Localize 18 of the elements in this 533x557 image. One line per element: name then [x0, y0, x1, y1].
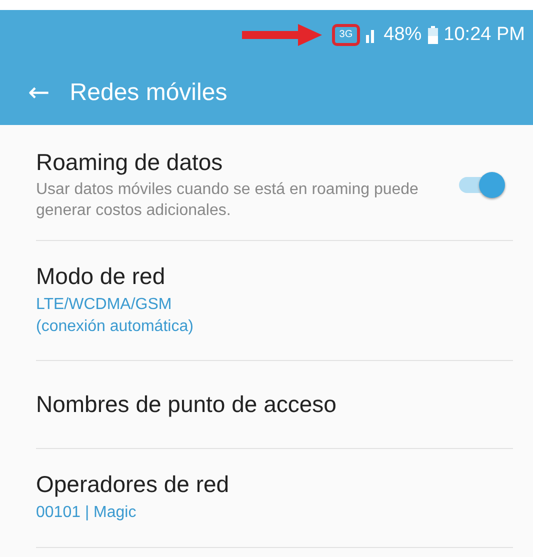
settings-item[interactable]: Nombres de punto de acceso: [36, 361, 513, 450]
setting-title: Modo de red: [36, 262, 166, 290]
setting-summary: Usar datos móviles cuando se está en roaming puede generar costos adicionales.: [36, 180, 420, 221]
clock: 10:24 PM: [444, 24, 525, 46]
setting-title: Roaming de datos: [36, 149, 224, 176]
setting-title: Nombres de punto de acceso: [36, 391, 338, 418]
setting-value: LTE/WCDMA/GSM (conexión automática): [36, 294, 194, 337]
settings-item[interactable]: Roaming de datos Usar datos móviles cuando se está en roaming puede generar costos adicionales.: [36, 125, 513, 241]
settings-item[interactable]: Modo de red LTE/WCDMA/GSM (conexión automática): [36, 240, 513, 362]
setting-title: Operadores de red: [36, 471, 230, 498]
settings-item[interactable]: Operadores de red 00101 | Magic: [36, 449, 513, 548]
screen-title: Redes móviles: [70, 78, 228, 106]
battery-percent: 48%: [384, 24, 422, 46]
setting-value: 00101 | Magic: [36, 503, 138, 524]
network-type-icon: 3G: [339, 30, 353, 40]
annotation-arrow-icon: [242, 24, 322, 46]
battery-icon: [428, 26, 438, 44]
toggle-switch[interactable]: [459, 170, 505, 200]
